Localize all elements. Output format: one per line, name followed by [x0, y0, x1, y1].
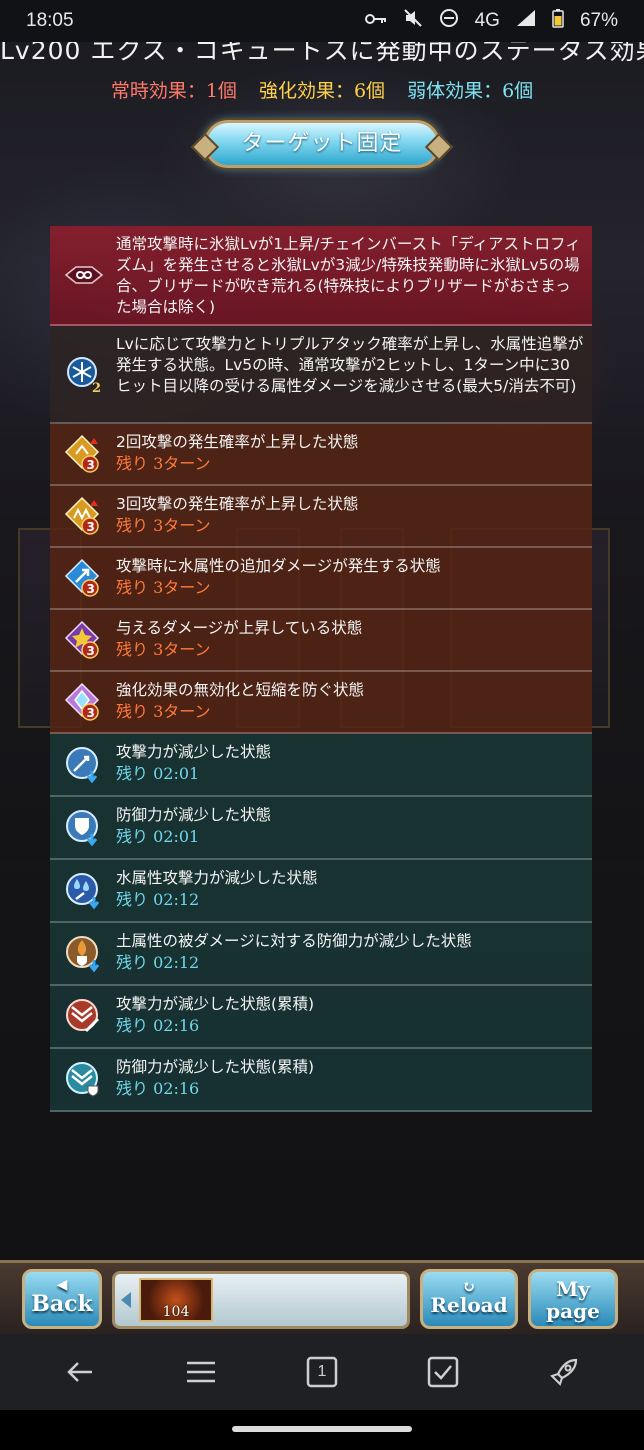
effect-row: 攻撃力が減少した状態(累積) 残り 02:16	[50, 986, 592, 1049]
svg-text:3: 3	[87, 582, 95, 596]
effect-remaining: 残り 3ターン	[116, 640, 211, 659]
rocket-icon[interactable]	[544, 1352, 584, 1392]
effect-remaining: 残り 3ターン	[116, 578, 211, 597]
home-gesture-handle[interactable]	[232, 1426, 412, 1432]
quest-thumbnail[interactable]: 104	[139, 1278, 213, 1322]
def-down-stack-icon	[64, 1060, 104, 1100]
earth-def-down-icon	[64, 934, 104, 974]
effect-text: 強化効果の無効化と短縮を防ぐ状態	[116, 681, 365, 699]
effect-row: 防御力が減少した状態(累積) 残り 02:16	[50, 1049, 592, 1112]
permanent-count: 常時効果：1個	[110, 80, 237, 102]
effect-row: 攻撃力が減少した状態 残り 02:01	[50, 734, 592, 797]
effect-text: 攻撃力が減少した状態	[116, 743, 272, 761]
svg-text:3: 3	[87, 706, 95, 720]
effect-row: 3 与えるダメージが上昇している状態 残り 3ターン	[50, 610, 592, 672]
mute-icon	[403, 8, 423, 34]
water-additional-damage-icon: 3	[64, 558, 104, 598]
game-area: Lv200 エクス・コキュートスに発動中のステータス効果 常時効果：1個 強化効…	[0, 42, 644, 1260]
reload-label: Reload	[430, 1293, 508, 1317]
back-button[interactable]: ◀ Back	[22, 1269, 102, 1329]
tabs-count: 1	[317, 1363, 327, 1380]
my-page-label-2: page	[546, 1299, 600, 1323]
my-page-label-1: My	[556, 1277, 590, 1301]
effect-text: 与えるダメージが上昇している状態	[116, 619, 363, 637]
svg-text:3: 3	[87, 458, 95, 472]
effect-text: 土属性の被ダメージに対する防御力が減少した状態	[116, 932, 472, 950]
svg-text:3: 3	[87, 520, 95, 534]
effect-remaining: 残り 02:12	[116, 890, 200, 909]
effect-row: 防御力が減少した状態 残り 02:01	[50, 797, 592, 860]
effect-row: 2 Lvに応じて攻撃力とトリプルアタック確率が上昇し、水属性追撃が発生する状態。…	[50, 326, 592, 424]
effect-remaining: 残り 3ターン	[116, 454, 211, 473]
battery-icon	[552, 8, 564, 34]
svg-text:2: 2	[92, 381, 101, 394]
effect-text: 通常攻撃時に氷獄Lvが1上昇/チェインバースト「ディアストロフィズム」を発生させ…	[116, 235, 581, 316]
signal-icon	[516, 9, 536, 33]
svg-text:3: 3	[87, 644, 95, 658]
effect-remaining: 残り 02:12	[116, 953, 200, 972]
effect-text: 防御力が減少した状態	[116, 806, 272, 824]
dnd-icon	[439, 8, 459, 34]
clock: 18:05	[26, 10, 74, 31]
debuff-count: 弱体効果：6個	[407, 80, 534, 102]
effect-remaining: 残り 3ターン	[116, 516, 211, 535]
key-icon	[364, 10, 387, 32]
effect-remaining: 残り 02:16	[116, 1079, 200, 1098]
buff-count: 強化効果：6個	[258, 80, 386, 102]
damage-up-icon: 3	[64, 620, 104, 660]
effect-text: 防御力が減少した状態(累積)	[116, 1058, 315, 1076]
effect-row: 3 強化効果の無効化と短縮を防ぐ状態 残り 3ターン	[50, 672, 592, 734]
menu-icon[interactable]	[181, 1352, 221, 1392]
checkbox-icon[interactable]	[423, 1352, 463, 1392]
status-effect-list: 通常攻撃時に氷獄Lvが1上昇/チェインバースト「ディアストロフィズム」を発生させ…	[50, 226, 592, 1112]
water-atk-down-icon	[64, 871, 104, 911]
def-down-icon	[64, 808, 104, 848]
turn-count: 104	[162, 1304, 190, 1320]
effect-remaining: 残り 3ターン	[116, 702, 211, 721]
effect-remaining: 残り 02:16	[116, 1016, 200, 1035]
reload-icon: ↻	[462, 1277, 476, 1296]
status-bar: 18:05 4G 67%	[0, 0, 644, 42]
reload-button[interactable]: ↻ Reload	[420, 1269, 518, 1329]
infinity-icon	[64, 255, 104, 295]
atk-down-icon	[64, 745, 104, 785]
effect-row: 土属性の被ダメージに対する防御力が減少した状態 残り 02:12	[50, 923, 592, 986]
effect-counts: 常時効果：1個 強化効果：6個 弱体効果：6個	[0, 76, 644, 103]
effect-row: 3 3回攻撃の発生確率が上昇した状態 残り 3ターン	[50, 486, 592, 548]
back-arrow-icon: ◀	[56, 1277, 68, 1293]
network-type: 4G	[474, 10, 500, 31]
popup-title: Lv200 エクス・コキュートスに発動中のステータス効果	[0, 42, 644, 62]
battery-level: 67%	[579, 10, 618, 31]
effect-remaining: 残り 02:01	[116, 827, 200, 846]
ice-prison-icon: 2	[64, 354, 104, 396]
effect-row: 3 2回攻撃の発生確率が上昇した状態 残り 3ターン	[50, 424, 592, 486]
effect-text: 2回攻撃の発生確率が上昇した状態	[116, 433, 359, 451]
browser-toolbar: 1	[0, 1334, 644, 1410]
game-footer-bar: ◀ Back 104 ↻ Reload My page	[0, 1260, 644, 1334]
back-nav-icon[interactable]	[60, 1352, 100, 1392]
atk-down-stack-icon	[64, 997, 104, 1037]
effect-text: 攻撃時に水属性の追加ダメージが発生する状態	[116, 557, 441, 575]
effect-remaining: 残り 02:01	[116, 764, 200, 783]
slot-left-arrow-icon[interactable]	[121, 1292, 131, 1308]
double-attack-up-icon: 3	[64, 434, 104, 474]
effect-text: 攻撃力が減少した状態(累積)	[116, 995, 315, 1013]
effect-row: 通常攻撃時に氷獄Lvが1上昇/チェインバースト「ディアストロフィズム」を発生させ…	[50, 226, 592, 326]
triple-attack-up-icon: 3	[64, 496, 104, 536]
quest-slot[interactable]: 104	[112, 1271, 410, 1329]
tabs-icon[interactable]: 1	[302, 1352, 342, 1392]
effect-text: 水属性攻撃力が減少した状態	[116, 869, 318, 887]
effect-row: 3 攻撃時に水属性の追加ダメージが発生する状態 残り 3ターン	[50, 548, 592, 610]
effect-text: 3回攻撃の発生確率が上昇した状態	[116, 495, 359, 513]
effect-text: Lvに応じて攻撃力とトリプルアタック確率が上昇し、水属性追撃が発生する状態。Lv…	[116, 335, 584, 395]
target-lock-button[interactable]: ターゲット固定	[204, 120, 440, 168]
back-label: Back	[31, 1291, 93, 1317]
effect-row: 水属性攻撃力が減少した状態 残り 02:12	[50, 860, 592, 923]
veil-icon: 3	[64, 682, 104, 722]
my-page-button[interactable]: My page	[528, 1269, 618, 1329]
